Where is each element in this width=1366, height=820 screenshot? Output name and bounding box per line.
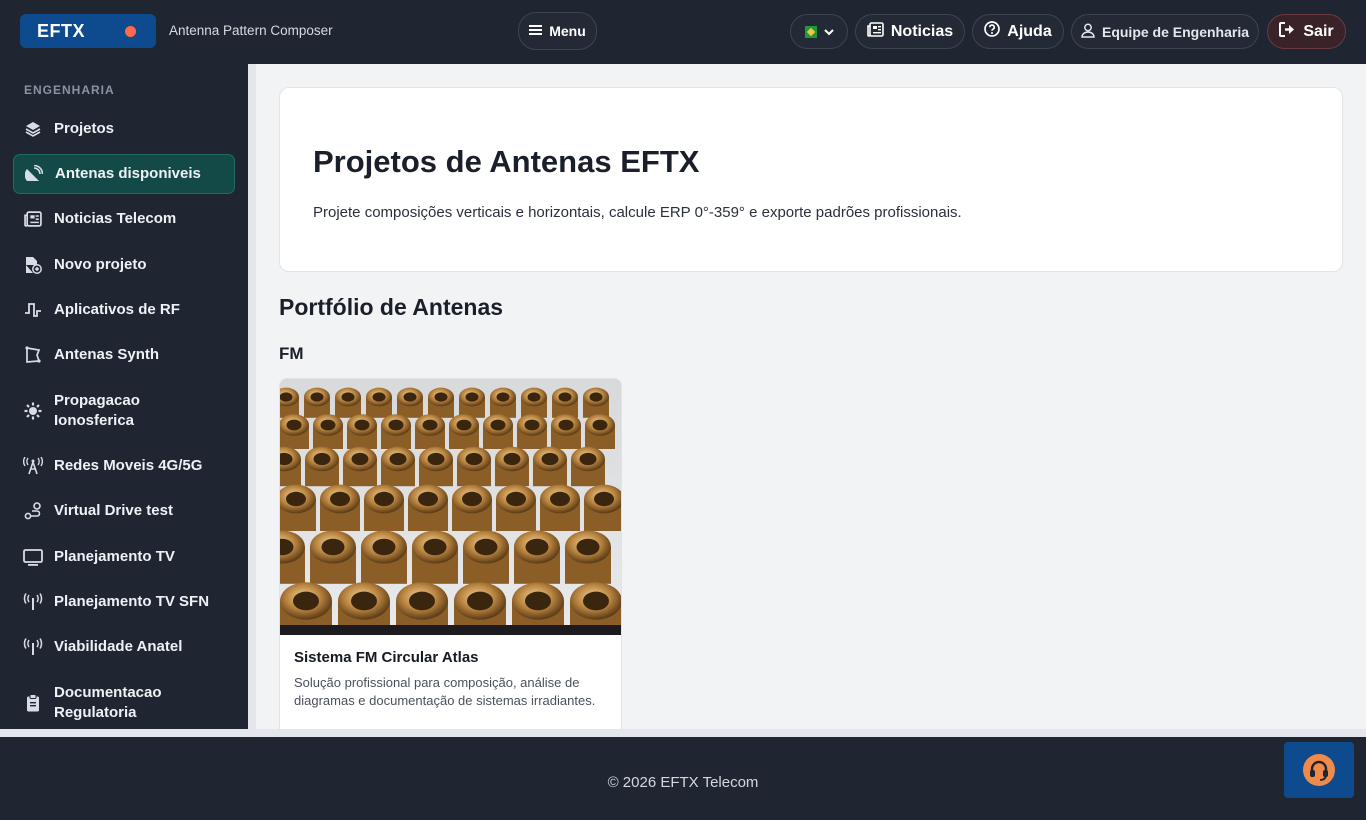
menu-button-label: Menu [549,23,586,39]
logout-button-label: Sair [1303,22,1334,40]
sidebar-item-noticias-telecom[interactable]: Noticias Telecom [13,199,235,239]
question-circle-icon [984,21,1001,42]
brand-name: EFTX [37,21,86,41]
newspaper-icon [867,21,884,42]
sidebar-item-viabilidade-anatel[interactable]: Viabilidade Anatel [13,627,235,667]
status-dot [125,26,136,37]
page-scroll-track [0,729,1366,737]
brazil-flag-icon [804,25,817,38]
sidebar-item-label: Planejamento TV [54,548,175,565]
broadcast-icon [23,637,43,657]
sidebar-item-label: Virtual Drive test [54,502,173,519]
sidebar-item-label: Planejamento TV SFN [54,593,210,610]
sidebar: ENGENHARIA Projetos Antenas disponiveis … [0,64,248,729]
sidebar-item-antenas-synth[interactable]: Antenas Synth [13,335,235,375]
chevron-down-icon [823,23,834,40]
antenna-card-title: Sistema FM Circular Atlas [294,649,479,666]
page-subtitle: Projete composições verticais e horizont… [313,204,962,221]
logout-icon [1279,21,1296,42]
file-plus-icon [23,255,43,275]
sidebar-item-label: Projetos [54,120,115,137]
team-button-label: Equipe de Engenharia [1101,23,1250,40]
sidebar-item-projetos[interactable]: Projetos [13,109,235,149]
copyright-text: © 2026 EFTX Telecom [607,774,759,791]
sidebar-item-redes-moveis[interactable]: Redes Moveis 4G/5G [13,446,235,486]
sun-gear-icon [23,401,43,421]
antenna-card-image [280,379,621,643]
sidebar-item-label: Antenas disponiveis [55,165,201,182]
frame-icon [23,345,43,365]
sidebar-item-label: Novo projeto [54,256,147,273]
help-button-label: Ajuda [1007,22,1052,40]
hamburger-icon [529,23,543,39]
sidebar-item-label: Redes Moveis 4G/5G [54,457,203,474]
layers-icon [23,119,43,139]
sidebar-item-propagacao-ionosferica[interactable]: Propagacao Ionosferica [13,381,235,441]
cell-tower-icon [23,456,43,476]
satellite-dish-icon [24,164,44,184]
menu-button[interactable]: Menu [518,12,597,50]
headset-icon [1303,754,1335,786]
sidebar-item-label: Aplicativos de RF [54,301,180,318]
portfolio-heading: Portfólio de Antenas [279,294,504,320]
sidebar-item-label: Antenas Synth [54,346,160,363]
brand-logo[interactable]: EFTX [20,14,156,48]
clipboard-icon [23,693,43,713]
footer: © 2026 EFTX Telecom [0,737,1366,820]
sidebar-item-label: Propagacao Ionosferica [54,392,140,429]
broadcast-icon [23,592,43,612]
sidebar-item-label: Viabilidade Anatel [54,638,183,655]
news-button-label: Noticias [890,22,954,40]
monitor-icon [23,547,43,567]
newspaper-icon [23,209,43,229]
sidebar-item-label: Documentacao Regulatoria [54,684,162,721]
sidebar-item-documentacao-regulatoria[interactable]: Documentacao Regulatoria [13,673,235,729]
news-button[interactable]: Noticias [855,14,965,49]
category-heading: FM [279,344,304,363]
main-content: Projetos de Antenas EFTX Projete composi… [256,64,1366,729]
sidebar-item-antenas-disponiveis[interactable]: Antenas disponiveis [13,154,235,194]
team-profile-button[interactable]: Equipe de Engenharia [1071,14,1259,49]
page-title: Projetos de Antenas EFTX [313,144,700,179]
language-select[interactable] [790,14,848,49]
sidebar-item-novo-projeto[interactable]: Novo projeto [13,245,235,285]
sidebar-section-heading: ENGENHARIA [24,83,115,97]
app-subtitle: Antenna Pattern Composer [169,23,333,38]
help-button[interactable]: Ajuda [972,14,1064,49]
sidebar-item-aplicativos-rf[interactable]: Aplicativos de RF [13,290,235,330]
sidebar-item-planejamento-tv[interactable]: Planejamento TV [13,537,235,577]
antenna-card-description: Solução profissional para composição, an… [294,675,596,708]
hero-panel: Projetos de Antenas EFTX Projete composi… [279,87,1343,272]
support-chat-button[interactable] [1284,742,1354,798]
sidebar-item-virtual-drive-test[interactable]: Virtual Drive test [13,491,235,531]
sidebar-scroll-track[interactable] [248,64,256,729]
user-icon [1081,23,1095,41]
top-navigation-bar: EFTX Antenna Pattern Composer Menu Notic… [0,0,1366,64]
antenna-card[interactable]: Sistema FM Circular Atlas Solução profis… [279,378,622,729]
sidebar-item-label: Noticias Telecom [54,210,177,227]
route-icon [23,501,43,521]
logout-button[interactable]: Sair [1267,14,1346,49]
sidebar-item-planejamento-tv-sfn[interactable]: Planejamento TV SFN [13,582,235,622]
pulse-wave-icon [23,300,43,320]
